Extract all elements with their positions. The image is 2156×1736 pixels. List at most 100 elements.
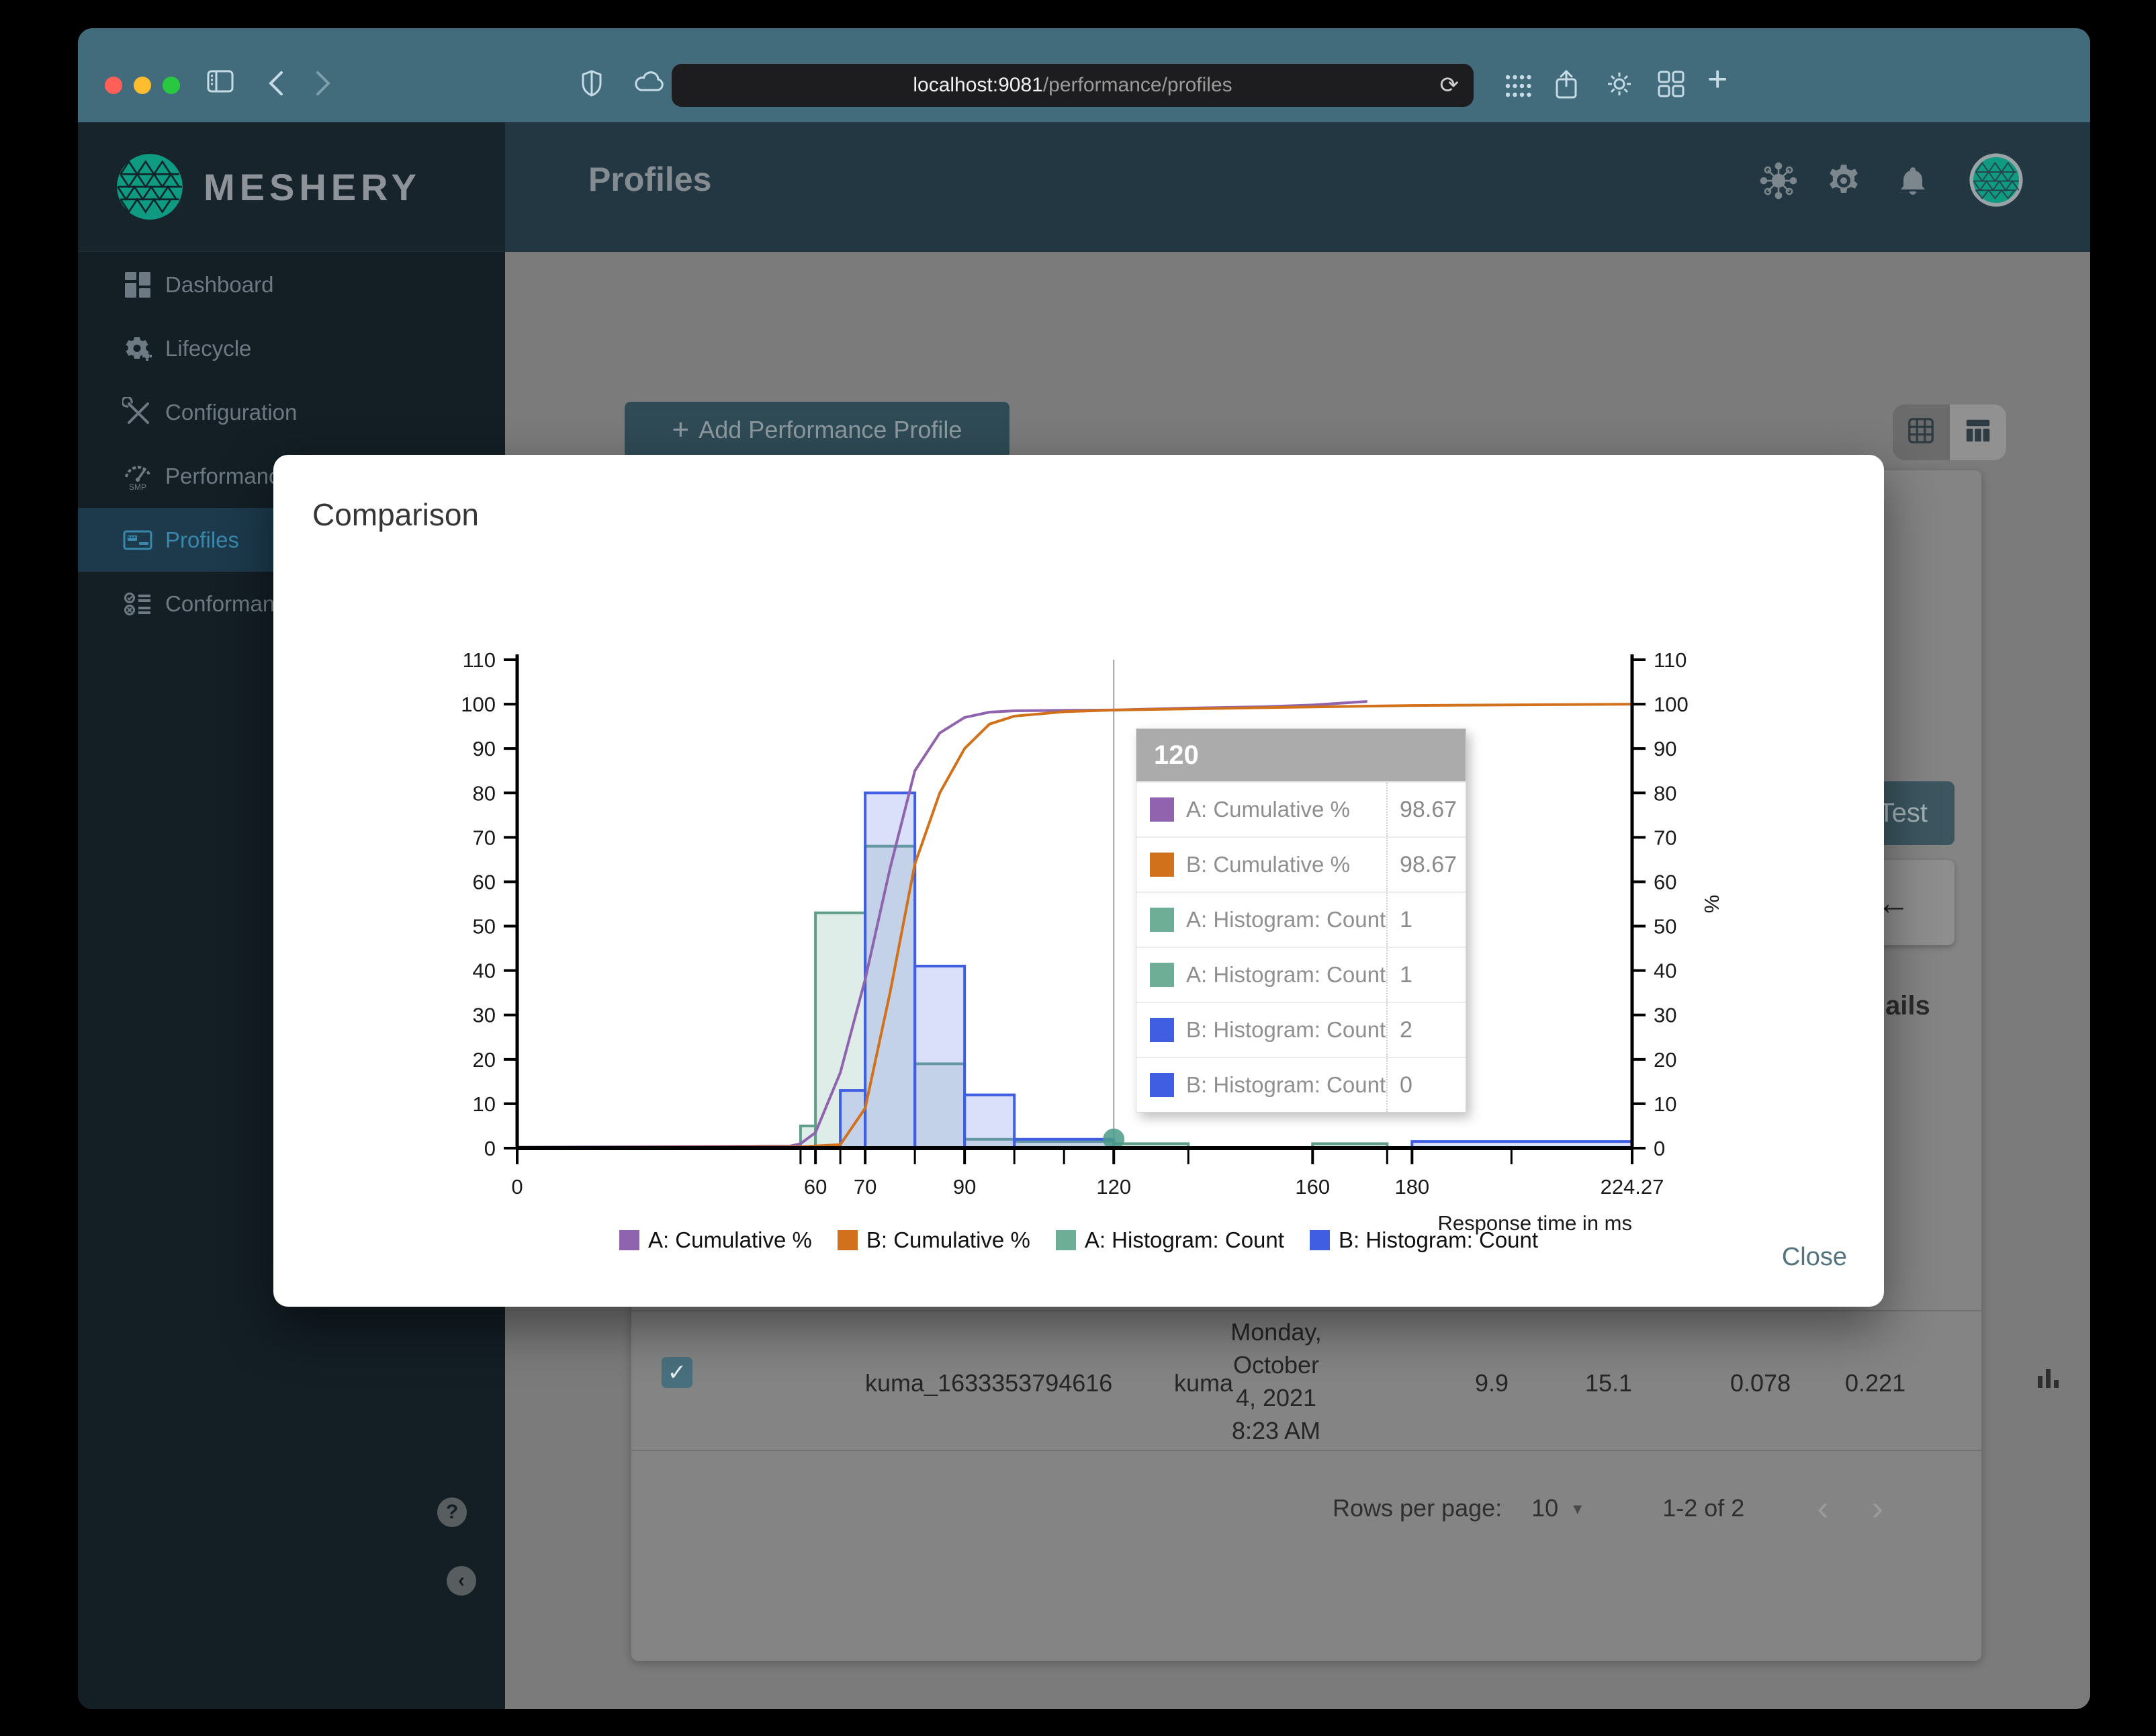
svg-text:100: 100 [461, 693, 496, 716]
comparison-modal: Comparison 0 0 10 10 20 20 30 30 40 40 50 50 60 60 70 7… [273, 455, 1884, 1307]
svg-text:90: 90 [953, 1175, 976, 1199]
window-sidebar-icon[interactable] [207, 70, 234, 93]
legend-item[interactable]: A: Cumulative % [619, 1227, 812, 1253]
table-view-button[interactable] [1949, 404, 2006, 460]
sidebar-item-dashboard[interactable]: Dashboard [78, 253, 505, 316]
plus-icon: + [672, 413, 690, 446]
back-icon[interactable] [267, 70, 285, 97]
bar-chart-icon[interactable] [2035, 1364, 2062, 1391]
settings-gear-icon[interactable] [1825, 162, 1862, 200]
notifications-bell-icon[interactable] [1894, 162, 1932, 200]
duration-cell: 15.1 [1585, 1369, 1633, 1397]
sidebar-item-label: Lifecycle [165, 335, 252, 361]
svg-text:30: 30 [1654, 1004, 1676, 1027]
dashboard-icon [122, 269, 153, 300]
table-view-icon [1963, 416, 1993, 449]
shield-icon[interactable] [582, 70, 602, 97]
pagination: Rows per page: 10 ▾ 1-2 of 2 ‹ › [631, 1451, 1981, 1565]
profiles-icon [122, 525, 153, 556]
conformance-icon [122, 589, 153, 619]
svg-text:90: 90 [1654, 737, 1676, 761]
rows-per-page-select[interactable]: 10 [1531, 1494, 1558, 1522]
sidebar-item-label: Profiles [165, 527, 240, 552]
meshery-logo-icon [115, 152, 185, 222]
add-performance-profile-button[interactable]: + Add Performance Profile [625, 402, 1009, 458]
svg-text:60: 60 [1654, 870, 1676, 894]
svg-text:70: 70 [473, 826, 496, 849]
svg-text:100: 100 [1654, 693, 1689, 716]
svg-text:50: 50 [473, 915, 496, 939]
browser-toolbar: localhost:9081/performance/profiles ⟳ + [78, 28, 2090, 122]
user-avatar[interactable] [1969, 153, 2023, 207]
page-title: Profiles [588, 161, 712, 198]
grid-view-button[interactable] [1893, 404, 1950, 460]
chart-legend: A: Cumulative % B: Cumulative % A: Histogr… [273, 1227, 1884, 1253]
sidebar-item-configuration[interactable]: Configuration [78, 380, 505, 444]
address-bar[interactable]: localhost:9081/performance/profiles ⟳ [672, 64, 1474, 107]
svg-text:110: 110 [463, 648, 496, 672]
table-row[interactable]: ✓ kuma_1633353794616 kuma Monday, Octobe… [631, 1310, 2059, 1451]
close-button[interactable]: Close [1782, 1243, 1847, 1272]
pagination-range: 1-2 of 2 [1662, 1494, 1745, 1522]
p99-cell: 0.221 [1845, 1369, 1906, 1397]
collapse-sidebar-button[interactable]: ‹ [447, 1566, 476, 1596]
close-window-button[interactable] [105, 77, 122, 94]
svg-text:224.27: 224.27 [1601, 1175, 1664, 1199]
p50-cell: 0.078 [1730, 1369, 1791, 1397]
row-checkbox[interactable]: ✓ [662, 1357, 692, 1388]
view-toggle-group [1893, 404, 2006, 460]
svg-text:60: 60 [473, 870, 496, 894]
app-grid-icon[interactable] [1657, 70, 1685, 98]
screenshot-stage: localhost:9081/performance/profiles ⟳ + … [0, 0, 2156, 1736]
details-label-fragment: ails [1885, 991, 1930, 1021]
plus-icon[interactable]: + [1707, 62, 1727, 97]
svg-text:0: 0 [484, 1137, 496, 1160]
dots-grid-icon[interactable] [1504, 73, 1533, 99]
reload-icon[interactable]: ⟳ [1440, 72, 1459, 99]
svg-text:40: 40 [473, 959, 496, 983]
series-swatch-icon [1150, 1073, 1174, 1097]
legend-swatch-icon [837, 1230, 858, 1250]
tooltip-row: A: Histogram: Count 1 [1136, 947, 1466, 1002]
sidebar-item-lifecycle[interactable]: Lifecycle [78, 316, 505, 380]
svg-text:SMP: SMP [129, 482, 146, 492]
svg-text:180: 180 [1394, 1175, 1429, 1199]
url-host: localhost:9081 [913, 74, 1043, 96]
help-button[interactable]: ? [437, 1498, 467, 1527]
svg-text:10: 10 [473, 1092, 496, 1116]
legend-swatch-icon [1309, 1230, 1330, 1250]
legend-item[interactable]: B: Cumulative % [837, 1227, 1030, 1253]
rows-per-page-label: Rows per page: [1333, 1494, 1502, 1522]
service-mesh-icon[interactable] [1760, 162, 1797, 200]
brand-header[interactable]: MESHERY [78, 122, 505, 252]
minimize-window-button[interactable] [134, 77, 151, 94]
series-swatch-icon [1150, 853, 1174, 877]
svg-text:40: 40 [1654, 959, 1676, 983]
tooltip-row: A: Histogram: Count 1 [1136, 892, 1466, 947]
brand-wordmark: MESHERY [204, 165, 421, 208]
series-swatch-icon [1150, 797, 1174, 822]
svg-text:50: 50 [1654, 915, 1676, 939]
tooltip-row: B: Histogram: Count 2 [1136, 1002, 1466, 1057]
sidebar-item-label: Configuration [165, 399, 298, 425]
legend-item[interactable]: A: Histogram: Count [1055, 1227, 1284, 1253]
legend-item[interactable]: B: Histogram: Count [1309, 1227, 1538, 1253]
app-header: Profiles [505, 122, 2090, 252]
zoom-window-button[interactable] [163, 77, 180, 94]
profile-name-cell: kuma_1633353794616 [865, 1369, 1113, 1397]
svg-text:80: 80 [1654, 781, 1676, 805]
next-page-button[interactable]: › [1872, 1491, 1883, 1526]
svg-text:60: 60 [804, 1175, 827, 1199]
svg-text:0: 0 [511, 1175, 523, 1199]
share-icon[interactable] [1555, 70, 1578, 99]
window-controls [105, 77, 180, 94]
caret-down-icon[interactable]: ▾ [1573, 1498, 1582, 1519]
cloud-icon[interactable] [633, 70, 664, 93]
forward-icon[interactable] [314, 70, 332, 97]
legend-swatch-icon [619, 1230, 639, 1250]
svg-text:10: 10 [1654, 1092, 1676, 1116]
gear-icon[interactable] [1605, 70, 1633, 98]
url-path: /performance/profiles [1042, 74, 1232, 96]
previous-page-button[interactable]: ‹ [1817, 1491, 1828, 1526]
comparison-chart[interactable]: 0 0 10 10 20 20 30 30 40 40 50 50 60 60 70 70 80 80 90 90 10… [273, 455, 1884, 1307]
